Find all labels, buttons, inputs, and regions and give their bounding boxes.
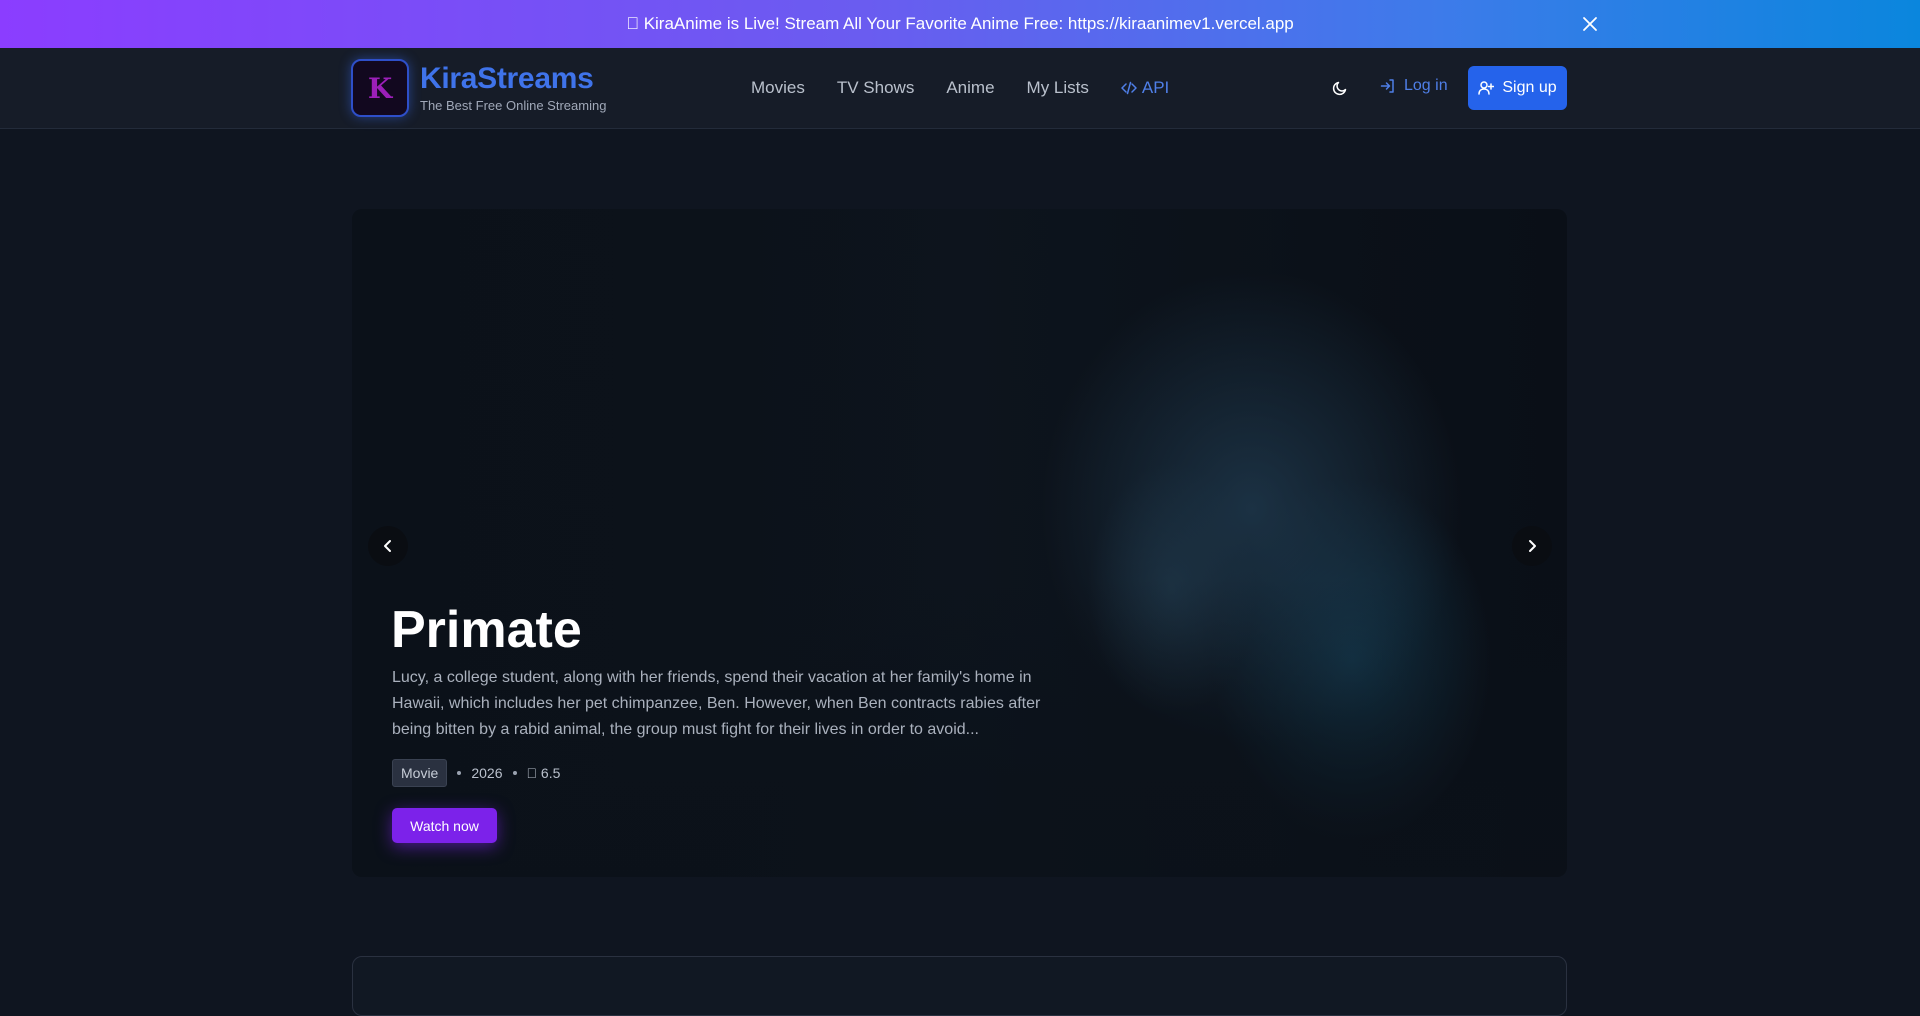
brand-subtitle: The Best Free Online Streaming: [420, 98, 607, 113]
rating:   6.5: [526, 765, 561, 781]
user-plus-icon: [1478, 81, 1495, 95]
hero-carousel: Primate Lucy, a college student, along w…: [352, 209, 1567, 877]
close-icon: [1583, 17, 1597, 31]
media-type-badge: Movie: [392, 759, 448, 787]
hero-description: Lucy, a college student, along with her …: [392, 669, 1041, 738]
signup-label: Sign up: [1502, 79, 1557, 96]
nav-tv-shows[interactable]: TV Shows: [837, 78, 914, 98]
nav-movies[interactable]: Movies: [751, 78, 805, 98]
logo-letter: K: [367, 71, 393, 105]
nav-api[interactable]: API: [1121, 78, 1169, 98]
chevron-left-icon: [384, 540, 391, 552]
carousel-prev-button[interactable]: [368, 526, 408, 566]
login-icon: [1380, 79, 1394, 93]
hero-meta: Movie 2026   6.5: [392, 759, 560, 787]
hero-title: Primate: [391, 601, 582, 659]
carousel-next-button[interactable]: [1512, 526, 1552, 566]
content-section-card: [352, 956, 1567, 1016]
brand-title[interactable]: KiraStreams: [420, 62, 594, 96]
main-nav: Movies TV Shows Anime My Lists API: [751, 78, 1169, 98]
nav-anime[interactable]: Anime: [946, 78, 994, 98]
announcement-text:   KiraAnime is Live! Stream All Your Fav…: [626, 14, 1294, 33]
nav-my-lists[interactable]: My Lists: [1027, 78, 1089, 98]
watch-now-button[interactable]: Watch now: [392, 808, 497, 843]
meta-separator: [512, 771, 517, 775]
code-icon: [1121, 81, 1137, 95]
meta-separator: [457, 771, 462, 775]
release-year: 2026: [471, 765, 503, 781]
signup-button[interactable]: Sign up: [1468, 66, 1567, 110]
login-button[interactable]: Log in: [1380, 77, 1448, 95]
nav-api-label: API: [1141, 78, 1170, 97]
logo[interactable]: K: [351, 59, 409, 117]
announcement-bar:   KiraAnime is Live! Stream All Your Fav…: [0, 0, 1920, 48]
site-header: K KiraStreams The Best Free Online Strea…: [0, 48, 1920, 129]
theme-toggle-button[interactable]: [1330, 78, 1350, 98]
chevron-right-icon: [1529, 540, 1536, 552]
close-announcement-button[interactable]: [1578, 12, 1602, 36]
moon-icon: [1332, 81, 1347, 96]
login-label: Log in: [1404, 77, 1448, 94]
